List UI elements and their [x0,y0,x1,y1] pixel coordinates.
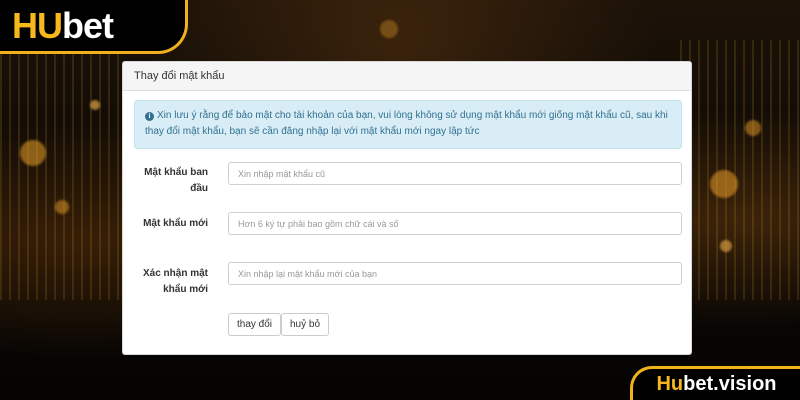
cancel-button[interactable]: huỷ bỏ [281,313,330,336]
background-bokeh [90,100,100,110]
confirm-password-label: Xác nhận mật khẩu mới [142,268,208,295]
watermark-text-rest: bet.vision [683,373,777,395]
current-password-label: Mật khẩu ban đầu [144,167,208,194]
background-bokeh [745,120,761,136]
new-password-input[interactable] [228,212,682,235]
background-bokeh [710,170,738,198]
hubet-logo: HU bet [0,0,188,54]
change-password-panel: Thay đổi mật khẩu i Xin lưu ý rằng để bảo… [122,61,692,355]
new-password-label: Mật khẩu mới [143,218,208,229]
change-button[interactable]: thay đổi [228,313,282,336]
hubet-vision-watermark: Hu bet.vision [630,366,800,400]
security-alert: i Xin lưu ý rằng để bảo mật cho tài khoản… [134,100,682,149]
alert-text: Xin lưu ý rằng để bảo mật cho tài khoản … [145,110,668,137]
background-bokeh [380,20,398,38]
confirm-password-input[interactable] [228,262,682,285]
panel-title: Thay đổi mật khẩu [123,62,691,91]
background-bokeh [720,240,732,252]
background-light-stripes-left [0,40,120,300]
background-light-stripes-right [680,40,800,300]
logo-text-hu: HU [12,4,63,46]
background-bokeh [55,200,69,214]
current-password-input[interactable] [228,162,682,185]
info-circle-icon: i [145,112,154,121]
watermark-text-hu: Hu [656,373,684,395]
logo-text-bet: bet [62,4,114,46]
background-bokeh [20,140,46,166]
